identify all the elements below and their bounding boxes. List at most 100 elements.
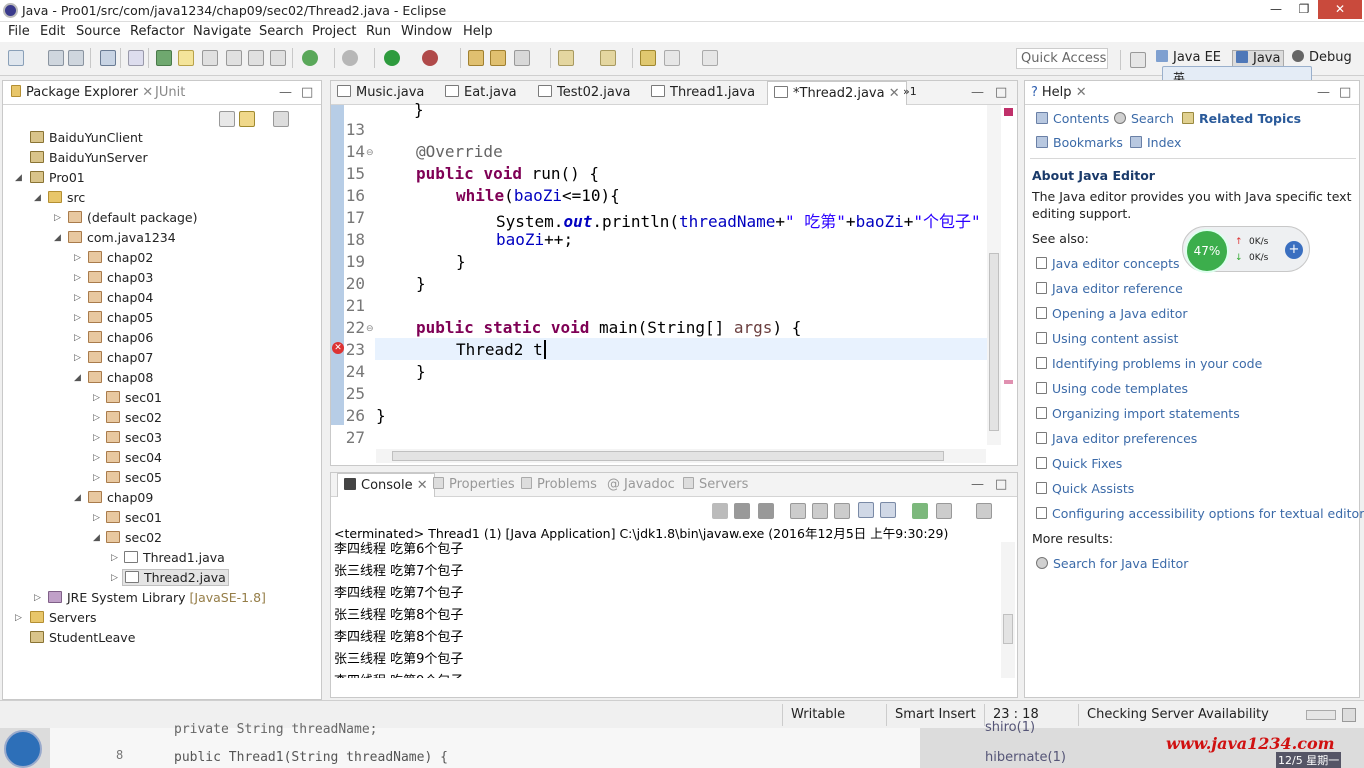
tab-problems[interactable]: Problems — [521, 477, 597, 492]
tree-item[interactable]: BaiduYunServer — [30, 150, 148, 165]
toggle-mark-icon[interactable] — [156, 50, 172, 66]
console-vertical-scrollbar[interactable] — [1001, 542, 1015, 678]
collapse-arrow-icon[interactable]: ▷ — [111, 553, 118, 563]
menu-navigate[interactable]: Navigate — [193, 24, 251, 39]
collapse-arrow-icon[interactable]: ▷ — [74, 313, 81, 323]
help-search-link[interactable]: Search — [1114, 111, 1174, 126]
next-annotation-icon[interactable] — [600, 50, 616, 66]
tree-item[interactable]: BaiduYunClient — [30, 130, 143, 145]
terminal-icon[interactable] — [100, 50, 116, 66]
close-tab-icon[interactable]: ✕ — [889, 86, 900, 101]
menu-edit[interactable]: Edit — [40, 24, 65, 39]
help-link[interactable]: Java editor preferences — [1036, 431, 1197, 446]
tree-item[interactable]: chap04 — [88, 290, 153, 305]
collapse-arrow-icon[interactable]: ▷ — [93, 413, 100, 423]
editor-vertical-scrollbar[interactable] — [987, 105, 1001, 445]
remove-all-icon[interactable] — [758, 503, 774, 519]
maximize-view-icon[interactable]: □ — [995, 477, 1007, 492]
new-icon[interactable] — [8, 50, 24, 66]
menu-project[interactable]: Project — [312, 24, 356, 39]
tree-item[interactable]: chap06 — [88, 330, 153, 345]
editor-tab-eat[interactable]: Eat.java — [445, 85, 517, 100]
word-wrap-icon[interactable] — [834, 503, 850, 519]
scroll-thumb[interactable] — [1003, 614, 1013, 644]
debug-icon[interactable] — [342, 50, 358, 66]
help-link[interactable]: Java editor concepts — [1036, 256, 1180, 271]
show-stdout-icon[interactable] — [858, 502, 874, 518]
collapse-arrow-icon[interactable]: ▷ — [93, 473, 100, 483]
new-package-icon[interactable] — [468, 50, 484, 66]
help-link[interactable]: Using content assist — [1036, 331, 1178, 346]
overview-error-marker[interactable] — [1004, 108, 1013, 116]
view-menu-icon[interactable] — [273, 111, 289, 127]
menu-file[interactable]: File — [8, 24, 30, 39]
editor-tab-thread2[interactable]: *Thread2.java ✕ — [767, 81, 907, 105]
close-tab-icon[interactable]: ✕ — [1076, 85, 1087, 100]
editor-horizontal-scrollbar[interactable] — [376, 449, 986, 463]
tree-item[interactable]: src — [48, 190, 85, 205]
menu-refactor[interactable]: Refactor — [130, 24, 185, 39]
tree-item[interactable]: sec01 — [106, 390, 162, 405]
tree-item-selected[interactable]: Thread2.java — [122, 569, 229, 586]
help-search-result-link[interactable]: Search for Java Editor — [1036, 556, 1188, 571]
help-link[interactable]: Java editor reference — [1036, 281, 1183, 296]
show-stderr-icon[interactable] — [880, 502, 896, 518]
tree-item[interactable]: chap08 — [88, 370, 153, 385]
open-perspective-icon[interactable] — [1130, 52, 1146, 68]
close-button[interactable]: ✕ — [1318, 0, 1362, 19]
maximize-view-icon[interactable]: □ — [995, 85, 1007, 100]
close-tab-icon[interactable]: ✕ — [417, 478, 428, 493]
windows-start-icon[interactable] — [4, 730, 42, 768]
close-tab-icon[interactable]: ✕ — [142, 85, 153, 100]
format-icon[interactable] — [270, 50, 286, 66]
help-link[interactable]: Using code templates — [1036, 381, 1188, 396]
tree-item[interactable]: chap03 — [88, 270, 153, 285]
terminate-icon[interactable] — [712, 503, 728, 519]
help-link[interactable]: Configuring accessibility options for te… — [1036, 506, 1364, 521]
perspective-java[interactable]: Java — [1232, 50, 1285, 67]
maximize-view-icon[interactable]: □ — [301, 85, 313, 100]
help-related-topics-link[interactable]: Related Topics — [1182, 111, 1301, 126]
more-tabs-button[interactable]: »1 — [903, 85, 917, 98]
help-link[interactable]: Organizing import statements — [1036, 406, 1240, 421]
maximize-view-icon[interactable]: □ — [1339, 85, 1351, 100]
collapse-arrow-icon[interactable]: ▷ — [93, 513, 100, 523]
tree-item[interactable]: sec04 — [106, 450, 162, 465]
open-type-icon[interactable] — [490, 50, 506, 66]
open-task-icon[interactable] — [514, 50, 530, 66]
expand-arrow-icon[interactable]: ◢ — [93, 533, 100, 543]
tab-properties[interactable]: Properties — [433, 477, 515, 492]
highlight-icon[interactable] — [178, 50, 194, 66]
collapse-arrow-icon[interactable]: ▷ — [54, 213, 61, 223]
collapse-arrow-icon[interactable]: ▷ — [15, 613, 22, 623]
display-console-icon[interactable] — [936, 503, 952, 519]
menu-search[interactable]: Search — [259, 24, 304, 39]
expand-arrow-icon[interactable]: ◢ — [15, 173, 22, 183]
collapse-all-icon[interactable] — [219, 111, 235, 127]
menu-source[interactable]: Source — [76, 24, 121, 39]
tab-console[interactable]: Console ✕ — [337, 473, 435, 497]
last-edit-icon[interactable] — [640, 50, 656, 66]
tree-item[interactable]: Thread1.java — [124, 550, 225, 565]
menu-run[interactable]: Run — [366, 24, 391, 39]
tab-servers[interactable]: Servers — [683, 477, 748, 492]
open-console-icon[interactable] — [976, 503, 992, 519]
save-all-icon[interactable] — [68, 50, 84, 66]
tree-item[interactable]: (default package) — [68, 210, 197, 225]
tree-item[interactable]: chap05 — [88, 310, 153, 325]
code-line-23[interactable]: Thread2 t — [456, 340, 546, 359]
tree-item[interactable]: com.java1234 — [68, 230, 176, 245]
link-editor-icon[interactable] — [239, 111, 255, 127]
minimize-view-icon[interactable]: — — [1317, 85, 1330, 100]
minimize-button[interactable]: — — [1262, 0, 1290, 19]
scroll-lock-icon[interactable] — [812, 503, 828, 519]
overview-marker[interactable] — [1004, 380, 1013, 384]
collapse-arrow-icon[interactable]: ▷ — [93, 433, 100, 443]
perspective-debug[interactable]: Debug — [1292, 50, 1352, 65]
collapse-arrow-icon[interactable]: ▷ — [74, 293, 81, 303]
external-tools-icon[interactable] — [422, 50, 438, 66]
editor-tab-test02[interactable]: Test02.java — [538, 85, 631, 100]
remove-launch-icon[interactable] — [734, 503, 750, 519]
fold-icon[interactable]: ⊖ — [366, 324, 374, 334]
skip-breakpoints-icon[interactable] — [128, 50, 144, 66]
